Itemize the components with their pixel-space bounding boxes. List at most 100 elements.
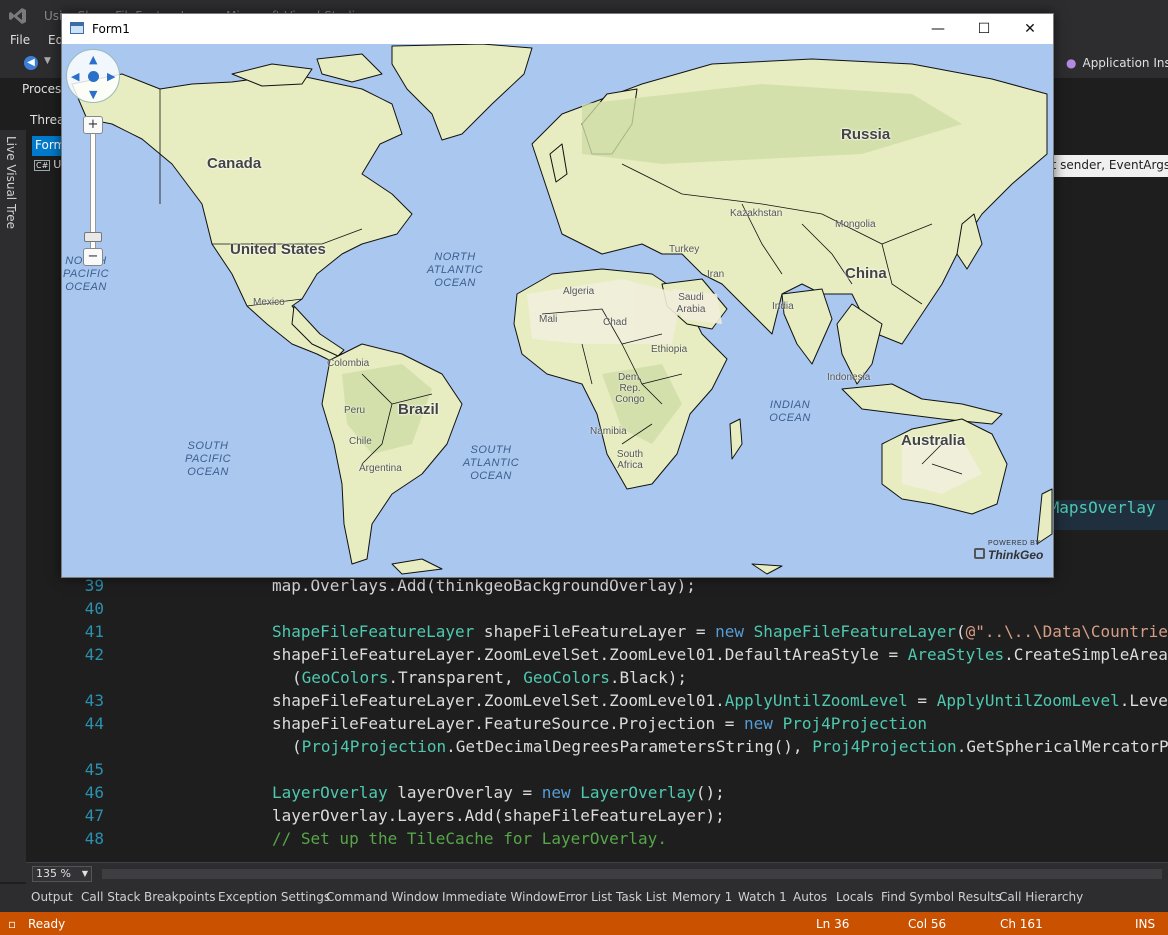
thinkgeo-attribution: POWERED BY ThinkGeo xyxy=(974,540,1050,568)
tab-command-window[interactable]: Command Window xyxy=(326,890,439,904)
code-line[interactable]: 40 xyxy=(26,599,1168,621)
tab-breakpoints[interactable]: Breakpoints xyxy=(144,890,215,904)
label-canada: Canada xyxy=(207,155,262,172)
live-visual-tree-tab[interactable]: Live Visual Tree xyxy=(4,136,18,229)
pan-control[interactable]: ▲ ▼ ◀ ▶ xyxy=(66,49,120,103)
label-south-atlantic-ocean: SOUTH ATLANTIC OCEAN xyxy=(462,444,520,482)
code-line[interactable]: 42 shapeFileFeatureLayer.ZoomLevelSet.Zoo… xyxy=(26,645,1168,667)
zoom-out-button[interactable]: − xyxy=(83,248,103,266)
tab-task-list[interactable]: Task List xyxy=(616,890,667,904)
code-line[interactable]: 46 LayerOverlay layerOverlay = new LayerO… xyxy=(26,783,1168,805)
zoom-slider-thumb[interactable] xyxy=(84,232,102,242)
visual-studio-logo-icon xyxy=(9,8,26,24)
line-number: 43 xyxy=(84,691,104,710)
tab-call-stack[interactable]: Call Stack xyxy=(81,890,140,904)
tab-memory-1[interactable]: Memory 1 xyxy=(672,890,732,904)
attribution-powered-by: POWERED BY xyxy=(988,540,1041,547)
code-text: (Proj4Projection.GetDecimalDegreesParame… xyxy=(292,737,1168,756)
pan-down-icon[interactable]: ▼ xyxy=(89,89,97,100)
chevron-down-icon[interactable]: ▼ xyxy=(44,56,51,66)
close-button[interactable]: ✕ xyxy=(1007,14,1053,44)
greenland-shape xyxy=(391,44,533,141)
zoom-select[interactable]: 135 % ▼ xyxy=(32,866,92,882)
code-text: LayerOverlay layerOverlay = new LayerOve… xyxy=(272,783,725,802)
code-line[interactable]: 47 layerOverlay.Layers.Add(shapeFileFeatu… xyxy=(26,806,1168,828)
document-tab-form[interactable]: Form xyxy=(32,136,64,156)
code-text: shapeFileFeatureLayer.ZoomLevelSet.ZoomL… xyxy=(272,645,1168,664)
north-america-shape xyxy=(71,73,413,375)
label-south-africa: South Africa xyxy=(616,449,644,471)
map-control[interactable]: Canada United States Russia China Brazil… xyxy=(62,44,1053,577)
zoom-in-button[interactable]: + xyxy=(83,116,103,134)
line-number: 45 xyxy=(84,760,104,779)
label-chile: Chile xyxy=(349,436,372,447)
maximize-button[interactable]: ☐ xyxy=(961,14,1007,44)
status-line: Ln 36 xyxy=(816,917,850,931)
pan-right-icon[interactable]: ▶ xyxy=(107,71,115,82)
minimize-button[interactable]: — xyxy=(915,14,961,44)
status-char: Ch 161 xyxy=(1000,917,1043,931)
application-insights-button[interactable]: ● Application Insi xyxy=(1066,56,1168,70)
tab-find-symbol-results[interactable]: Find Symbol Results xyxy=(881,890,1001,904)
tab-autos[interactable]: Autos xyxy=(793,890,827,904)
form1-window: Form1 — ☐ ✕ Canada United States Russia … xyxy=(61,13,1054,578)
line-number: 46 xyxy=(84,783,104,802)
pan-left-icon[interactable]: ◀ xyxy=(71,71,79,82)
label-algeria: Algeria xyxy=(563,286,595,297)
pan-up-icon[interactable]: ▲ xyxy=(89,54,97,65)
line-number: 48 xyxy=(84,829,104,848)
label-peru: Peru xyxy=(344,405,366,416)
form1-title: Form1 xyxy=(92,22,130,36)
status-column: Col 56 xyxy=(908,917,947,931)
label-australia: Australia xyxy=(901,432,966,449)
attribution-brand: ThinkGeo xyxy=(988,548,1044,562)
menu-file[interactable]: File xyxy=(10,33,30,47)
label-united-states: United States xyxy=(230,241,326,258)
navigate-back-icon[interactable]: ◀ xyxy=(24,56,38,70)
line-number: 42 xyxy=(84,645,104,664)
label-indian-ocean: INDIAN OCEAN xyxy=(769,399,811,424)
code-overflow-text: rMapsOverlay xyxy=(1040,498,1156,517)
tab-error-list[interactable]: Error List xyxy=(558,890,612,904)
code-line[interactable]: 44 shapeFileFeatureLayer.FeatureSource.Pr… xyxy=(26,714,1168,736)
line-number: 44 xyxy=(84,714,104,733)
antarctica-edge-shape xyxy=(391,558,783,575)
horizontal-scrollbar[interactable] xyxy=(102,869,1162,879)
code-line[interactable]: 45 xyxy=(26,760,1168,782)
status-ready: Ready xyxy=(28,917,66,931)
label-mali: Mali xyxy=(539,314,558,325)
code-line[interactable]: (Proj4Projection.GetDecimalDegreesParame… xyxy=(26,737,1168,759)
tab-watch-1[interactable]: Watch 1 xyxy=(738,890,787,904)
chevron-down-icon: ▼ xyxy=(81,869,88,878)
line-number: 39 xyxy=(84,576,104,595)
form-app-icon xyxy=(70,22,84,34)
label-turkey: Turkey xyxy=(669,244,700,255)
label-colombia: Colombia xyxy=(327,358,370,369)
code-text: ShapeFileFeatureLayer shapeFileFeatureLa… xyxy=(272,622,1168,641)
pan-center-icon[interactable] xyxy=(88,71,99,82)
label-mongolia: Mongolia xyxy=(835,219,876,230)
label-mexico: Mexico xyxy=(253,297,285,308)
code-line[interactable]: 41 ShapeFileFeatureLayer shapeFileFeature… xyxy=(26,622,1168,644)
lightbulb-icon: ● xyxy=(1066,56,1077,70)
thread-label: Threa xyxy=(30,113,65,127)
navigation-dropdown[interactable]: C# U xyxy=(34,158,61,171)
label-namibia: Namibia xyxy=(590,426,627,437)
zoom-slider[interactable]: + − xyxy=(83,116,103,266)
code-line[interactable]: (GeoColors.Transparent, GeoColors.Black)… xyxy=(26,668,1168,690)
code-tooltip: ct sender, EventArgs e xyxy=(1040,155,1168,177)
tab-output[interactable]: Output xyxy=(31,890,73,904)
code-text: layerOverlay.Layers.Add(shapeFileFeature… xyxy=(272,806,725,825)
left-tool-rail: Live Visual Tree xyxy=(0,130,26,882)
label-south-pacific-ocean: SOUTH PACIFIC OCEAN xyxy=(184,440,232,478)
tab-exception-settings[interactable]: Exception Settings xyxy=(218,890,330,904)
line-number: 47 xyxy=(84,806,104,825)
tab-locals[interactable]: Locals xyxy=(836,890,873,904)
bottom-tool-tabs: Output Call Stack Breakpoints Exception … xyxy=(0,884,1168,912)
form1-title-bar[interactable]: Form1 — ☐ ✕ xyxy=(62,14,1053,44)
code-line[interactable]: 43 shapeFileFeatureLayer.ZoomLevelSet.Zoo… xyxy=(26,691,1168,713)
code-line[interactable]: 48 // Set up the TileCache for LayerOverl… xyxy=(26,829,1168,851)
code-line[interactable]: 39 map.Overlays.Add(thinkgeoBackgroundOve… xyxy=(26,576,1168,598)
tab-call-hierarchy[interactable]: Call Hierarchy xyxy=(999,890,1083,904)
tab-immediate-window[interactable]: Immediate Window xyxy=(442,890,558,904)
